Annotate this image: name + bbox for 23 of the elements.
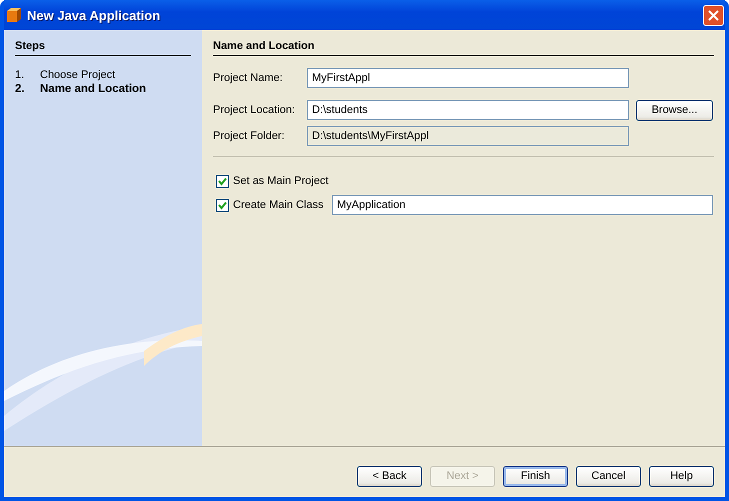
checkbox[interactable] <box>216 198 229 212</box>
field-label: Project Folder: <box>213 130 286 142</box>
close-icon <box>708 10 719 20</box>
checkbox[interactable] <box>216 174 229 188</box>
dialog-button[interactable]: Finish <box>503 466 568 486</box>
field-label: Project Location: <box>213 104 296 116</box>
dialog-button[interactable]: Help <box>649 466 714 486</box>
steps-heading: Steps <box>15 40 191 56</box>
text-field[interactable]: D:\students <box>307 100 629 120</box>
text-field[interactable]: MyApplication <box>332 195 713 215</box>
close-button[interactable] <box>703 4 724 26</box>
dialog-button[interactable]: Cancel <box>576 466 641 486</box>
step-item: 2. Name and Location <box>15 82 148 96</box>
checkbox-label: Create Main Class <box>233 199 324 211</box>
text-field[interactable]: MyFirstAppl <box>307 68 629 88</box>
dialog-button[interactable]: < Back <box>357 466 422 486</box>
step-item: 1. Choose Project <box>15 68 116 82</box>
window-title: New Java Application <box>27 8 162 22</box>
section-heading: Name and Location <box>213 40 714 56</box>
cube-icon <box>6 7 22 23</box>
field-label: Project Name: <box>213 72 284 84</box>
browse-button[interactable]: Browse... <box>636 100 713 120</box>
checkbox-label: Set as Main Project <box>233 175 328 187</box>
